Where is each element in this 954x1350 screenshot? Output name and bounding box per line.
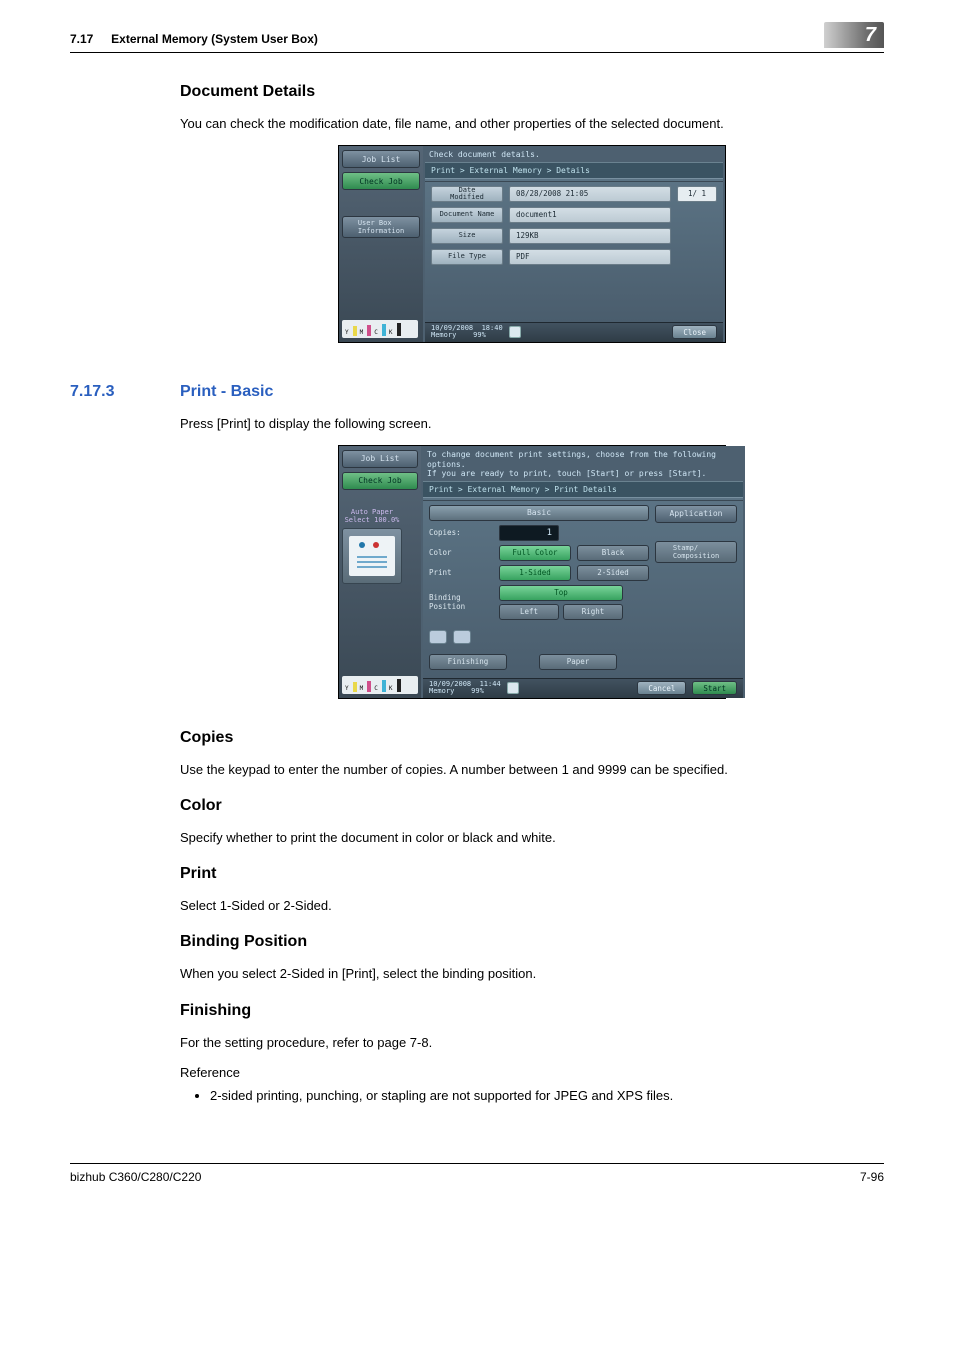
color-heading: Color (180, 797, 884, 815)
copies-body: Use the keypad to enter the number of co… (180, 761, 884, 779)
print-basic-body: Press [Print] to display the following s… (180, 415, 884, 433)
copies-label: Copies: (429, 528, 493, 537)
paper-icon (453, 630, 471, 644)
basic-tab[interactable]: Basic (429, 505, 649, 521)
info-icon (507, 682, 519, 694)
auto-paper-badge: Auto Paper Select 100.0% (342, 508, 402, 524)
copies-heading: Copies (180, 729, 884, 747)
toner-level-ymck: Y M C K (342, 676, 418, 694)
info-icon (509, 326, 521, 338)
finishing-heading: Finishing (180, 1002, 884, 1020)
size-value: 129KB (509, 228, 671, 244)
breadcrumb: Print > External Memory > Print Details (423, 481, 743, 497)
section-title: External Memory (System User Box) (111, 32, 318, 46)
one-sided-option[interactable]: 1-Sided (499, 565, 571, 581)
binding-left-option[interactable]: Left (499, 604, 559, 620)
chapter-tab: 7 (824, 22, 884, 48)
finishing-body: For the setting procedure, refer to page… (180, 1034, 884, 1052)
header-rule (70, 52, 884, 53)
check-job-tab[interactable]: Check Job (342, 172, 420, 190)
document-details-body: You can check the modification date, fil… (180, 115, 884, 133)
application-tab[interactable]: Application (655, 505, 737, 523)
document-details-heading: Document Details (180, 83, 884, 101)
running-head: 7.17 External Memory (System User Box) (70, 30, 884, 48)
size-label: Size (431, 228, 503, 244)
page-counter: 1/ 1 (677, 186, 717, 202)
screen-prompt: To change document print settings, choos… (423, 448, 743, 481)
color-body: Specify whether to print the document in… (180, 829, 884, 847)
user-box-info-tab[interactable]: User Box Information (342, 216, 420, 238)
toner-level-ymck: Y M C K (342, 320, 418, 338)
reference-bullet: 2-sided printing, punching, or stapling … (210, 1088, 884, 1103)
stamp-composition-button[interactable]: Stamp/ Composition (655, 541, 737, 563)
copies-field[interactable]: 1 (499, 525, 559, 541)
close-button[interactable]: Close (672, 325, 717, 339)
job-list-tab[interactable]: Job List (342, 450, 418, 468)
color-label: Color (429, 548, 493, 557)
date-modified-label: Date Modified (431, 186, 503, 202)
binding-right-option[interactable]: Right (563, 604, 623, 620)
print-heading: Print (180, 865, 884, 883)
screenshot-print-basic: Job List Check Job Auto Paper Select 100… (338, 445, 726, 699)
binding-position-heading: Binding Position (180, 933, 884, 951)
footer-model: bizhub C360/C280/C220 (70, 1170, 201, 1184)
full-color-option[interactable]: Full Color (499, 545, 571, 561)
print-body: Select 1-Sided or 2-Sided. (180, 897, 884, 915)
job-list-tab[interactable]: Job List (342, 150, 420, 168)
document-name-label: Document Name (431, 207, 503, 223)
document-name-value: document1 (509, 207, 671, 223)
binding-top-option[interactable]: Top (499, 585, 623, 601)
subsection-title: Print - Basic (180, 383, 273, 401)
subsection-number: 7.17.3 (70, 383, 180, 401)
date-modified-value: 08/28/2008 21:05 (509, 186, 671, 202)
paper-button[interactable]: Paper (539, 654, 617, 670)
cancel-button[interactable]: Cancel (637, 681, 686, 695)
footer-page: 7-96 (860, 1170, 884, 1184)
file-type-value: PDF (509, 249, 671, 265)
two-sided-option[interactable]: 2-Sided (577, 565, 649, 581)
start-button[interactable]: Start (692, 681, 737, 695)
screenshot-document-details: Job List Check Job User Box Information … (338, 145, 726, 343)
binding-position-label: Binding Position (429, 593, 493, 611)
file-type-label: File Type (431, 249, 503, 265)
finishing-button[interactable]: Finishing (429, 654, 507, 670)
reference-list: 2-sided printing, punching, or stapling … (210, 1088, 884, 1103)
section-number: 7.17 (70, 32, 93, 46)
binding-position-body: When you select 2-Sided in [Print], sele… (180, 965, 884, 983)
finishing-icon (429, 630, 447, 644)
black-option[interactable]: Black (577, 545, 649, 561)
screen-prompt: Check document details. (425, 148, 723, 162)
preview-thumbnail (342, 528, 402, 584)
reference-label: Reference (180, 1064, 884, 1082)
print-label: Print (429, 568, 493, 577)
check-job-tab[interactable]: Check Job (342, 472, 418, 490)
breadcrumb: Print > External Memory > Details (425, 162, 723, 178)
